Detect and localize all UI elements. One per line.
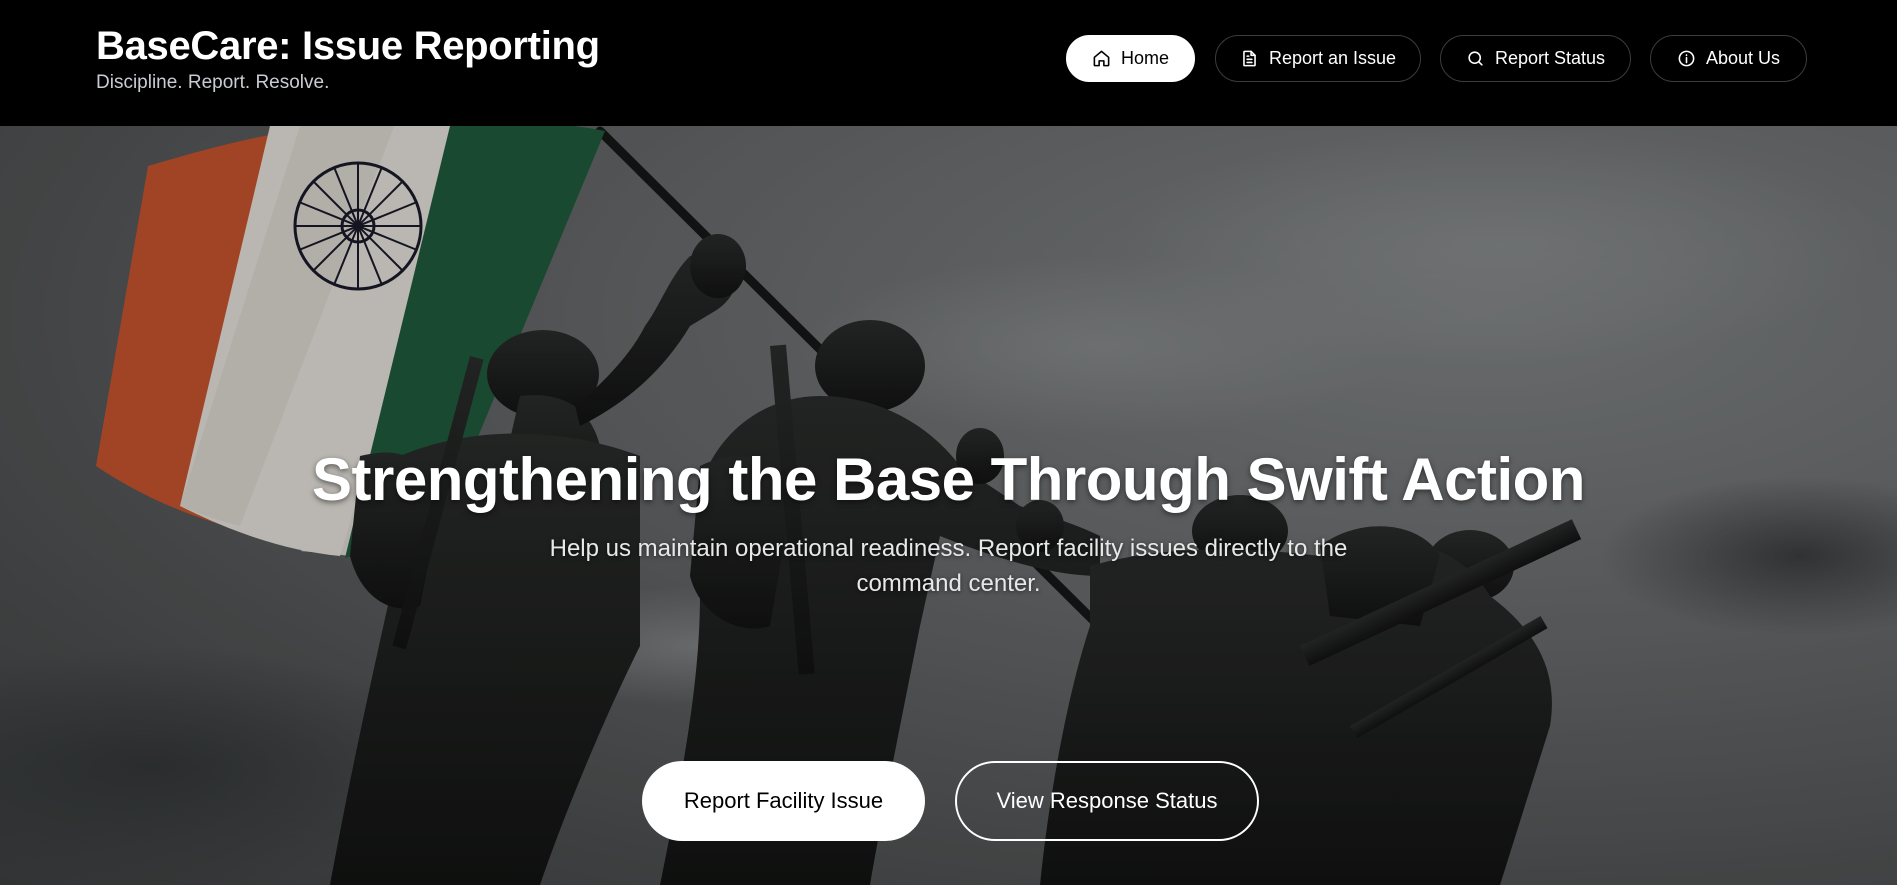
hero-subheading: Help us maintain operational readiness. … [549,535,1348,597]
nav-report-status-button[interactable]: Report Status [1440,35,1631,82]
search-icon [1468,51,1483,66]
document-icon [1243,50,1256,67]
info-icon [1678,50,1695,67]
home-icon [1093,50,1110,67]
nav-about-button[interactable]: About Us [1650,35,1807,82]
app-tagline: Discipline. Report. Resolve. [96,72,330,93]
nav-home-button[interactable]: Home [1066,35,1195,82]
nav-about-label: About Us [1705,48,1781,68]
nav-home-label: Home [1120,48,1169,68]
report-facility-issue-button[interactable]: Report Facility Issue [642,761,925,841]
hero-heading: Strengthening the Base Through Swift Act… [312,446,1585,513]
app-title: BaseCare: Issue Reporting [96,24,600,68]
brand: BaseCare: Issue Reporting Discipline. Re… [96,24,600,95]
nav-report-issue-button[interactable]: Report an Issue [1215,35,1421,82]
page: BaseCare: Issue Reporting Discipline. Re… [0,0,1897,885]
hero-content: Strengthening the Base Through Swift Act… [0,445,1897,601]
top-header: BaseCare: Issue Reporting Discipline. Re… [0,0,1897,126]
nav-report-issue-label: Report an Issue [1268,48,1397,68]
view-response-status-button[interactable]: View Response Status [955,761,1259,841]
hero-actions: Report Facility Issue View Response Stat… [0,761,1897,841]
nav-report-status-label: Report Status [1494,48,1606,68]
